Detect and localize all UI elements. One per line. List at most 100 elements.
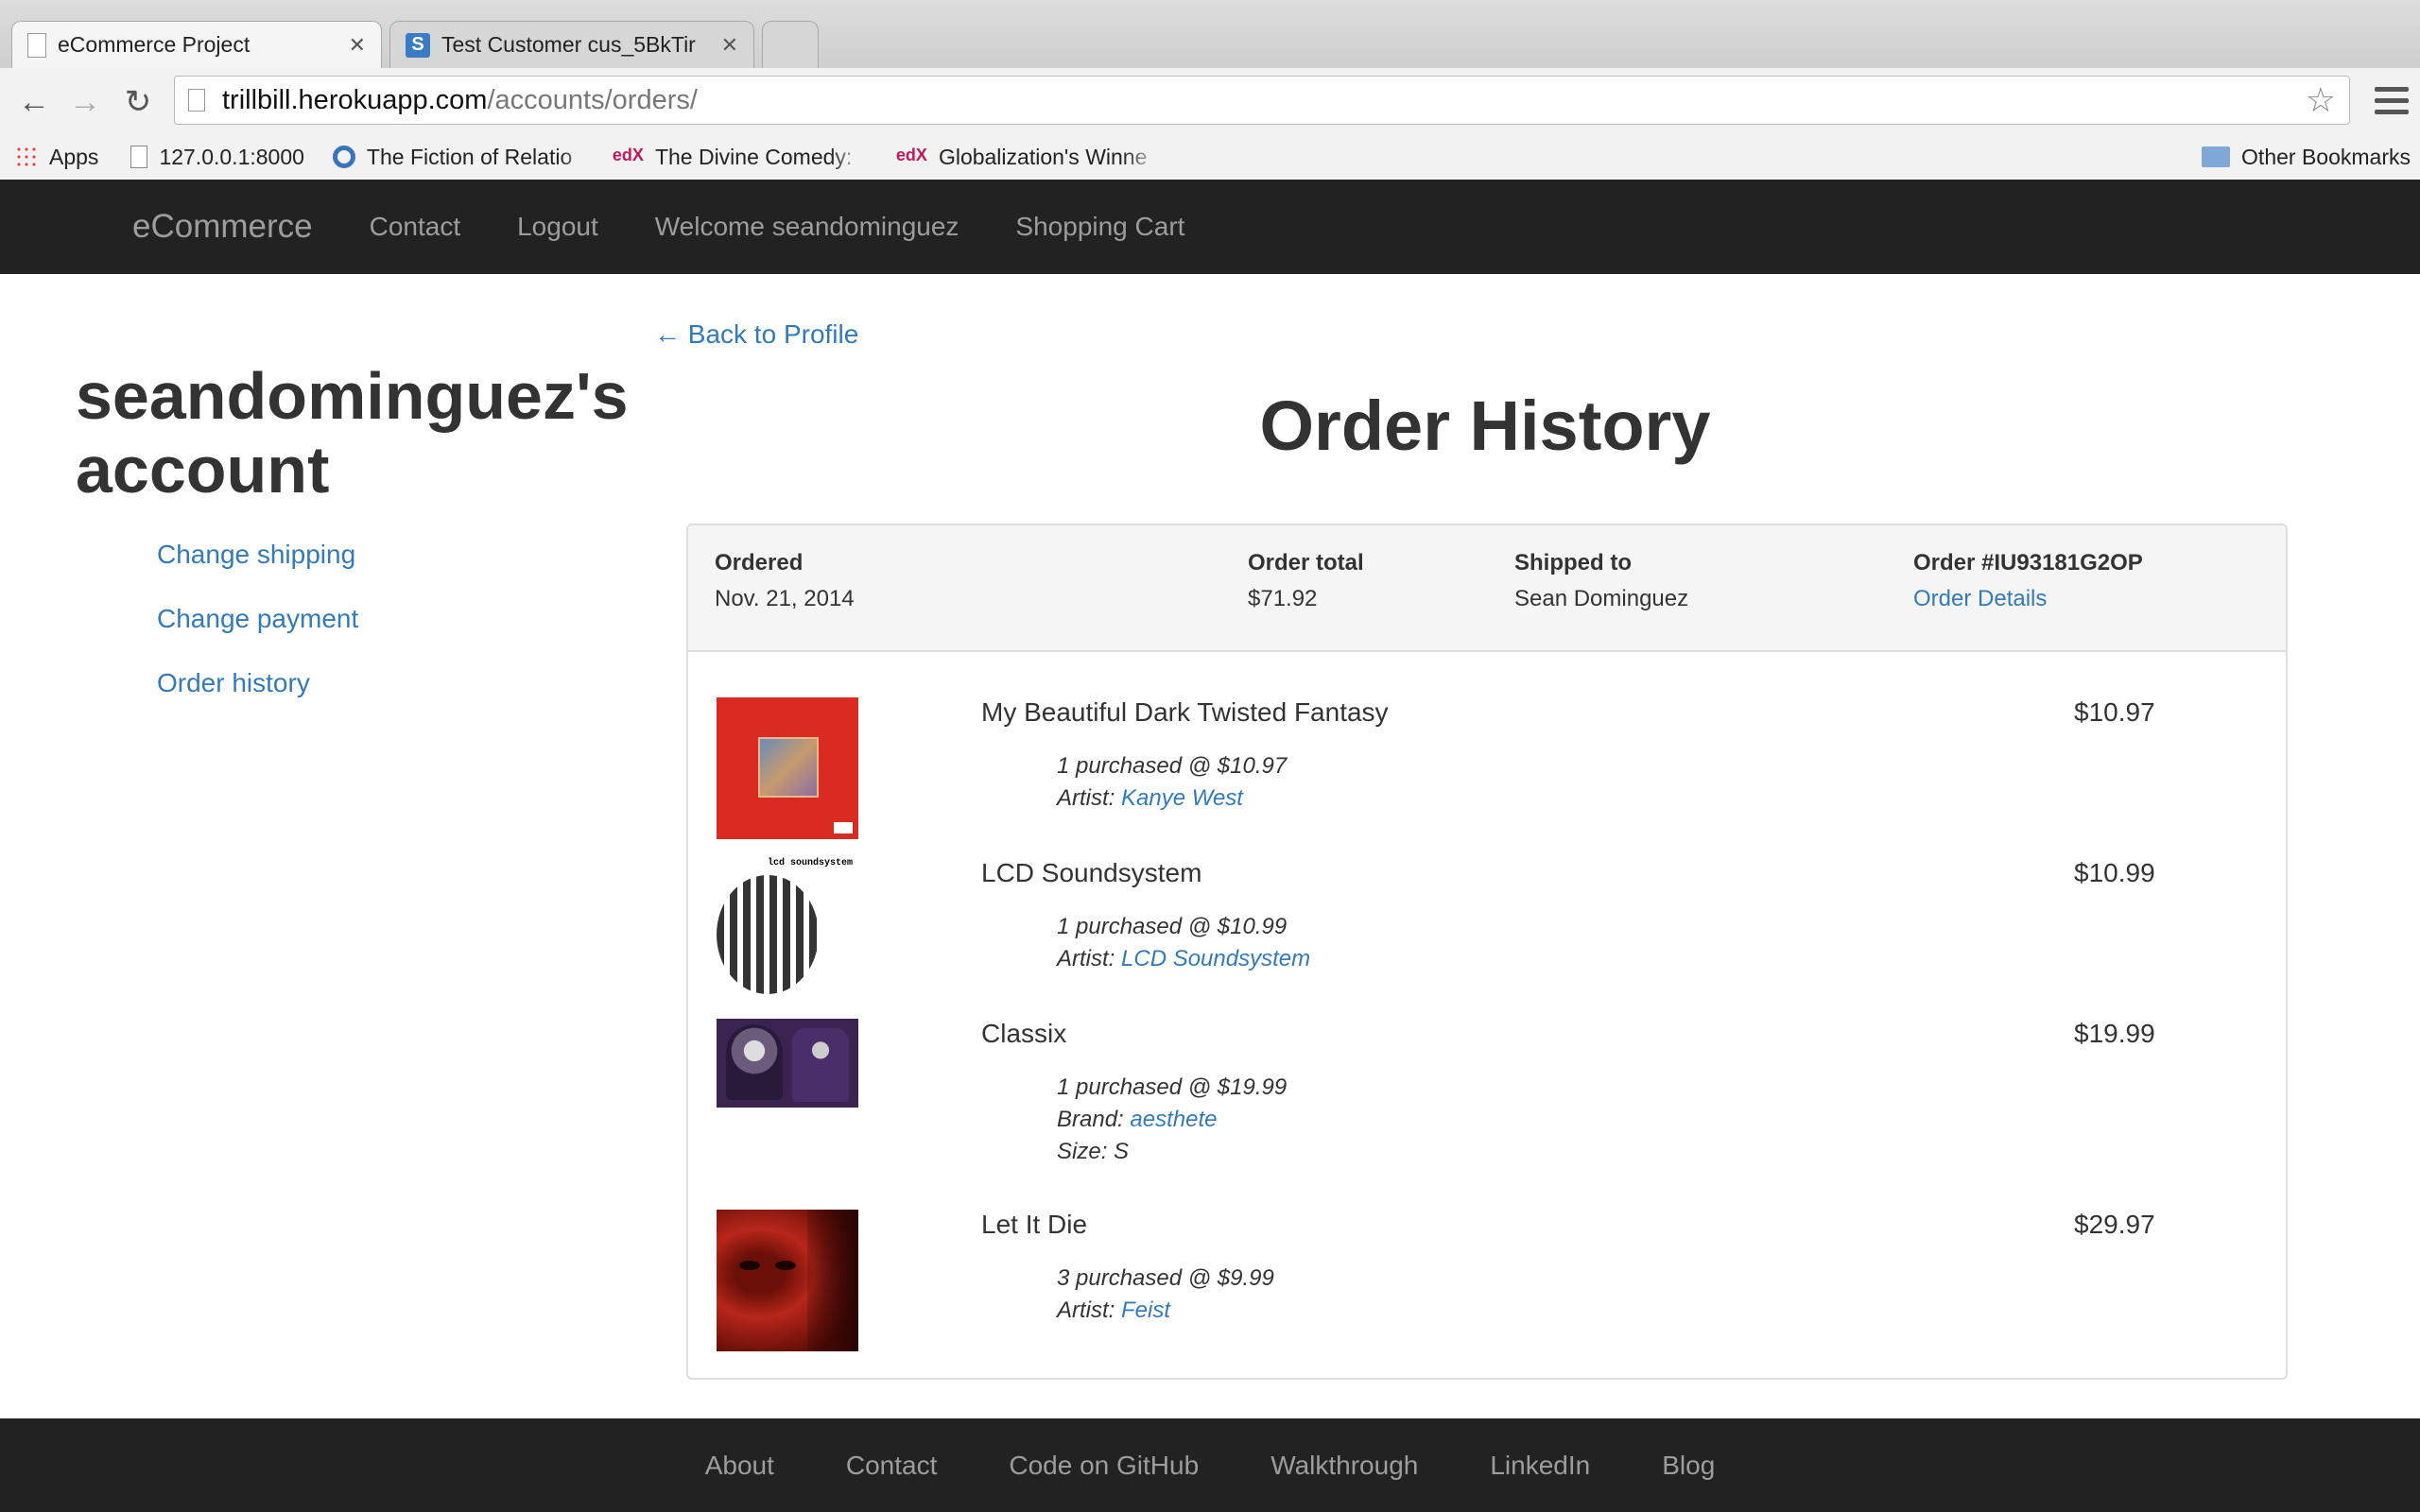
item-meta: 1 purchased @ $10.97 Artist: Kanye West [1057, 750, 1287, 815]
item-attribute: Brand: aesthete [1057, 1104, 1287, 1136]
artist-link[interactable]: Kanye West [1121, 785, 1243, 811]
item-price: $29.97 [2074, 1210, 2155, 1239]
item-price: $19.99 [2074, 1019, 2155, 1048]
item-quantity: 1 purchased @ $19.99 [1057, 1074, 1288, 1100]
site-navbar: eCommerce Contact Logout Welcome seandom… [0, 180, 2420, 274]
tab-ecommerce-project[interactable]: eCommerce Project ✕ [11, 21, 382, 68]
browser-chrome: eCommerce Project ✕ S Test Customer cus_… [0, 0, 2420, 180]
attr-label: Artist: [1057, 1297, 1115, 1323]
apps-grid-icon [15, 146, 38, 168]
item-price: $10.99 [2074, 858, 2155, 887]
figure-graphic [726, 1024, 783, 1100]
tab-title: Test Customer cus_5BkTir [441, 32, 696, 57]
back-to-profile-link[interactable]: ← Back to Profile [654, 319, 858, 350]
cover-eye [739, 1261, 760, 1270]
item-price: $10.97 [2074, 697, 2155, 727]
address-bar[interactable]: trillbill.herokuapp.com/accounts/orders/… [174, 76, 2350, 125]
account-title: seandominguez's account [76, 359, 629, 507]
page-icon [130, 146, 148, 168]
shipped-to-label: Shipped to [1514, 550, 1632, 576]
close-tab-icon[interactable]: ✕ [349, 33, 366, 58]
ordered-date: Nov. 21, 2014 [715, 586, 855, 611]
cover-artwork [758, 737, 819, 798]
edx-logo-icon: edX [895, 146, 927, 164]
item-name[interactable]: LCD Soundsystem [981, 858, 1201, 888]
bookmark-divine-comedy[interactable]: edX The Divine Comedy: [613, 144, 868, 170]
tab-title: eCommerce Project [58, 32, 251, 57]
order-total-value: $71.92 [1248, 586, 1318, 611]
product-image[interactable] [717, 1019, 858, 1108]
disco-ball-graphic [717, 875, 819, 994]
item-quantity: 1 purchased @ $10.97 [1057, 753, 1288, 779]
item-attribute: Artist: LCD Soundsystem [1057, 943, 1310, 975]
bookmark-label: The Fiction of Relatio [366, 144, 573, 169]
advisory-label [834, 822, 853, 833]
bookmark-localhost[interactable]: 127.0.0.1:8000 [130, 144, 304, 170]
ring-logo-icon [332, 146, 355, 168]
shipped-to-value: Sean Dominguez [1514, 586, 1689, 611]
order-details-link[interactable]: Order Details [1913, 586, 2143, 612]
site-footer: About Contact Code on GitHub Walkthrough… [0, 1418, 2420, 1512]
bookmark-fiction[interactable]: The Fiction of Relatio [332, 144, 597, 170]
nav-welcome[interactable]: Welcome seandominguez [655, 212, 959, 242]
order-total-label: Order total [1248, 550, 1364, 576]
back-arrow-icon[interactable]: ← [15, 83, 53, 121]
footer-github[interactable]: Code on GitHub [1009, 1451, 1199, 1481]
bookmark-globalization[interactable]: edX Globalization's Winne [895, 144, 1161, 170]
menu-icon[interactable] [2375, 83, 2409, 117]
item-attribute: Artist: Feist [1057, 1295, 1274, 1327]
bookmarks-bar: Apps 127.0.0.1:8000 The Fiction of Relat… [0, 134, 2420, 180]
bookmark-star-icon[interactable]: ☆ [2306, 80, 2336, 120]
footer-walkthrough[interactable]: Walkthrough [1270, 1451, 1418, 1481]
footer-blog[interactable]: Blog [1662, 1451, 1715, 1481]
reload-icon[interactable]: ↻ [119, 83, 157, 121]
url-host: trillbill.herokuapp.com [222, 84, 488, 115]
stripe-icon: S [406, 32, 430, 58]
item-name[interactable]: Classix [981, 1019, 1066, 1049]
ordered-col: Ordered Nov. 21, 2014 [715, 550, 855, 612]
shirt-graphic [792, 1028, 849, 1102]
item-meta: 3 purchased @ $9.99 Artist: Feist [1057, 1263, 1274, 1327]
url-path: /accounts/orders/ [487, 84, 698, 115]
nav-logout[interactable]: Logout [517, 212, 598, 242]
ordered-label: Ordered [715, 550, 804, 576]
artist-link[interactable]: LCD Soundsystem [1121, 946, 1310, 971]
album-cover-image[interactable] [717, 697, 858, 839]
item-attribute: Artist: Kanye West [1057, 782, 1287, 815]
footer-about[interactable]: About [705, 1451, 774, 1481]
footer-contact[interactable]: Contact [846, 1451, 938, 1481]
artist-link[interactable]: Feist [1121, 1297, 1170, 1323]
brand-link[interactable]: aesthete [1130, 1107, 1217, 1132]
bookmark-apps[interactable]: Apps [15, 145, 98, 170]
item-name[interactable]: My Beautiful Dark Twisted Fantasy [981, 697, 1389, 728]
bookmark-label: Other Bookmarks [2241, 144, 2411, 169]
forward-arrow-icon[interactable]: → [66, 83, 104, 121]
footer-linkedin[interactable]: LinkedIn [1490, 1451, 1590, 1481]
order-history-link[interactable]: Order history [157, 667, 643, 699]
order-number: Order #IU93181G2OP [1913, 550, 2143, 576]
item-meta: 1 purchased @ $10.99 Artist: LCD Soundsy… [1057, 911, 1310, 975]
change-shipping-link[interactable]: Change shipping [157, 539, 643, 571]
nav-contact[interactable]: Contact [370, 212, 461, 242]
item-name[interactable]: Let It Die [981, 1210, 1087, 1240]
page-title: Order History [1259, 387, 1711, 465]
cover-text: lcd soundsystem [768, 858, 854, 868]
attr-label: Artist: [1057, 946, 1115, 971]
order-header: Ordered Nov. 21, 2014 Order total $71.92… [688, 525, 2286, 652]
album-cover-image[interactable]: lcd soundsystem [717, 858, 858, 1000]
folder-icon [2202, 146, 2231, 167]
item-quantity: 3 purchased @ $9.99 [1057, 1265, 1274, 1291]
album-cover-image[interactable] [717, 1210, 858, 1351]
nav-shopping-cart[interactable]: Shopping Cart [1015, 212, 1184, 242]
close-tab-icon[interactable]: ✕ [721, 33, 738, 58]
item-meta: 1 purchased @ $19.99 Brand: aesthete Siz… [1057, 1072, 1287, 1168]
bookmark-label: 127.0.0.1:8000 [159, 144, 304, 169]
other-bookmarks[interactable]: Other Bookmarks [2202, 134, 2411, 180]
cover-eye [775, 1261, 796, 1270]
brand-link[interactable]: eCommerce [132, 208, 313, 246]
tab-test-customer[interactable]: S Test Customer cus_5BkTir ✕ [389, 21, 754, 68]
change-payment-link[interactable]: Change payment [157, 603, 643, 635]
total-col: Order total $71.92 [1248, 550, 1364, 612]
new-tab-button[interactable] [762, 21, 819, 68]
account-menu: Change shipping Change payment Order his… [76, 539, 643, 699]
